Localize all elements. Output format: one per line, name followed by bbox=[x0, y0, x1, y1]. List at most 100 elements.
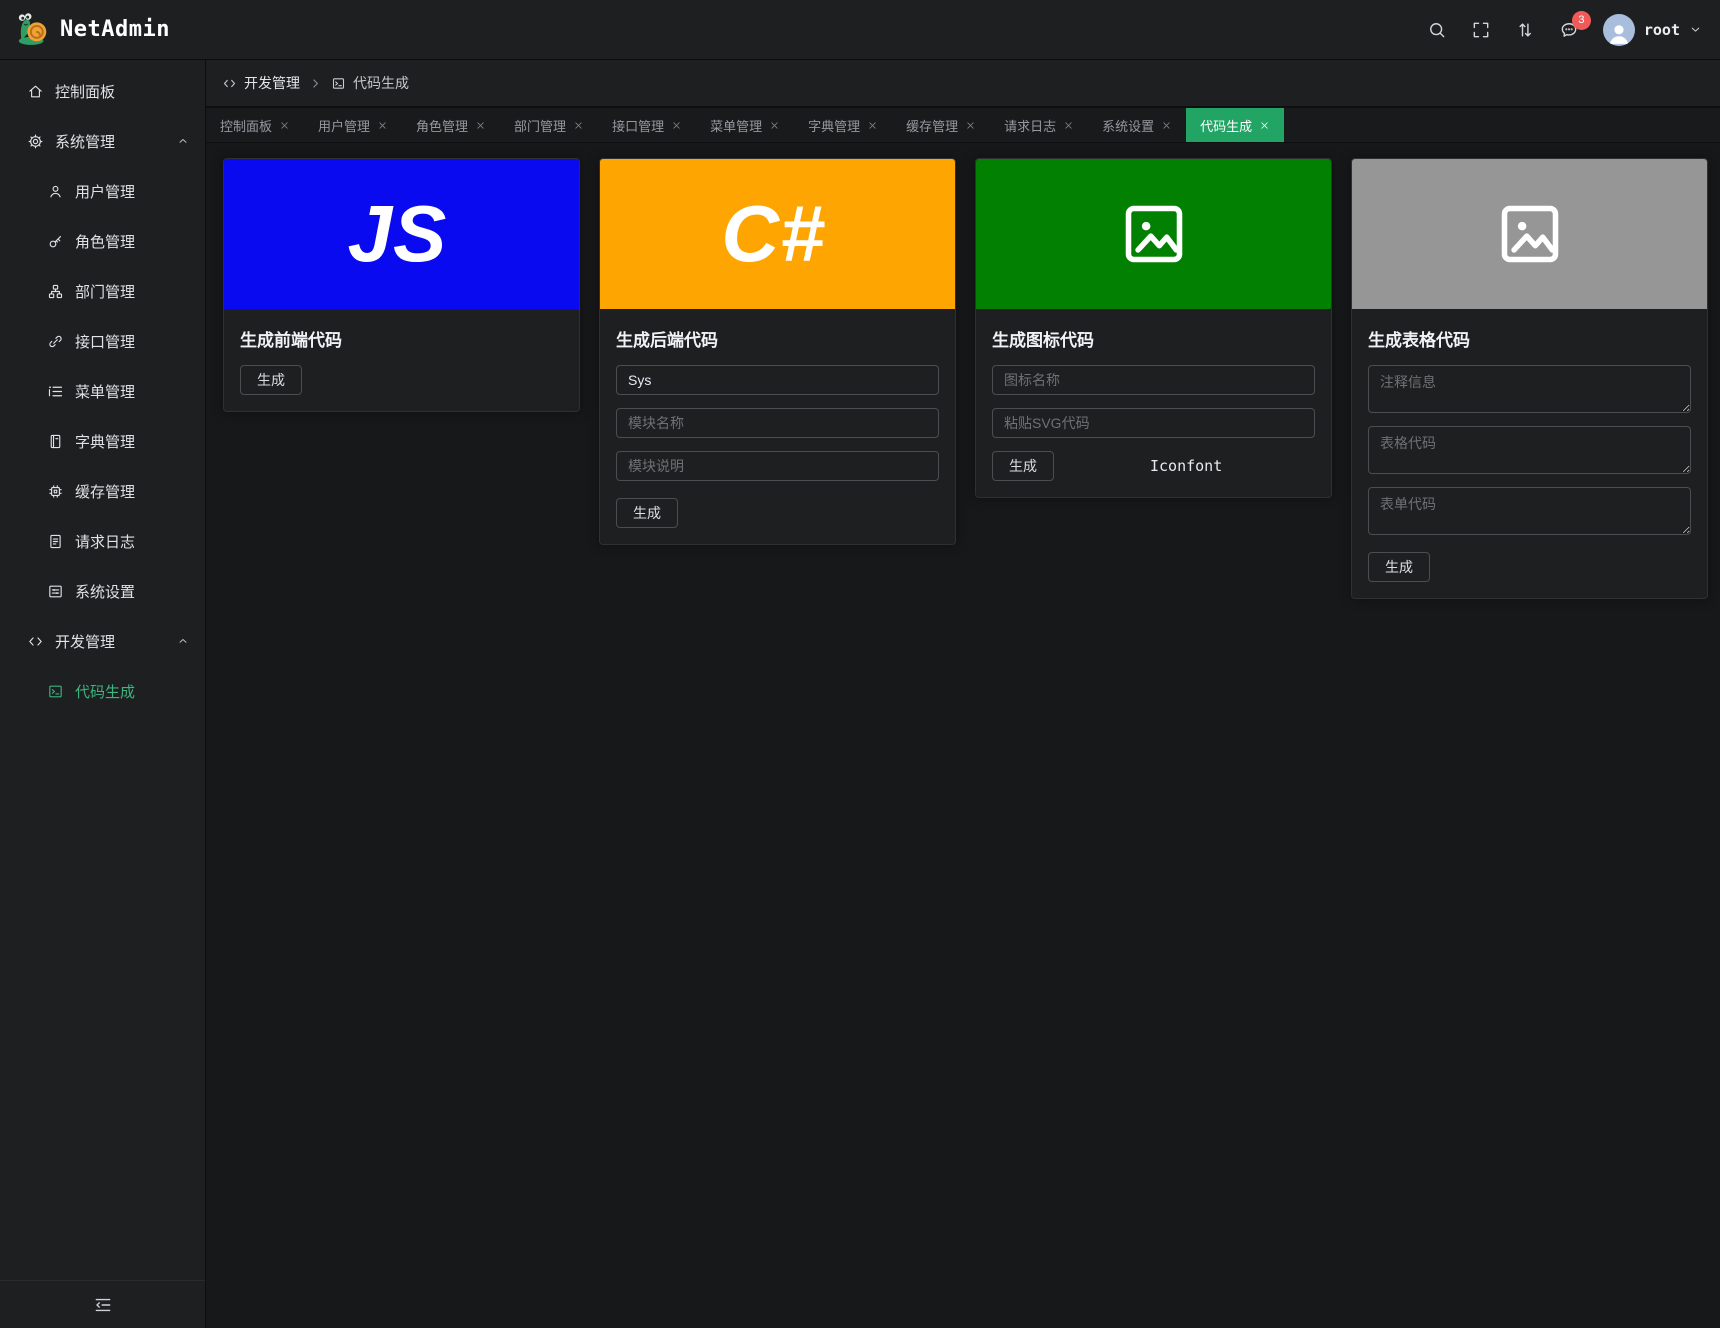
close-icon[interactable] bbox=[377, 120, 388, 131]
chevron-right-icon bbox=[309, 77, 322, 90]
breadcrumb: 开发管理 代码生成 bbox=[206, 60, 1720, 108]
module-name-input[interactable] bbox=[616, 408, 939, 438]
sidebar-item-settings[interactable]: 系统设置 bbox=[0, 566, 205, 616]
tab-label: 用户管理 bbox=[318, 118, 371, 134]
sidebar-item-menus[interactable]: 菜单管理 bbox=[0, 366, 205, 416]
module-description-input[interactable] bbox=[616, 451, 939, 481]
module-prefix-input[interactable] bbox=[616, 365, 939, 395]
notification-badge: 3 bbox=[1571, 10, 1591, 30]
sidebar-item-label: 部门管理 bbox=[75, 283, 136, 301]
switch-icon[interactable] bbox=[1515, 20, 1535, 40]
chevron-up-icon bbox=[177, 635, 189, 647]
js-logo-text: JS bbox=[347, 189, 448, 278]
sidebar-item-label: 代码生成 bbox=[75, 683, 136, 701]
close-icon[interactable] bbox=[1161, 120, 1172, 131]
breadcrumb-current-label: 代码生成 bbox=[353, 75, 409, 91]
home-icon bbox=[27, 83, 44, 100]
breadcrumb-parent[interactable]: 开发管理 bbox=[222, 73, 300, 93]
sidebar-item-request-logs[interactable]: 请求日志 bbox=[0, 516, 205, 566]
sidebar-item-api[interactable]: 接口管理 bbox=[0, 316, 205, 366]
tab-dashboard[interactable]: 控制面板 bbox=[206, 108, 304, 142]
generate-icon-button[interactable]: 生成 bbox=[992, 451, 1054, 481]
generate-frontend-button[interactable]: 生成 bbox=[240, 365, 302, 395]
tab-roles[interactable]: 角色管理 bbox=[402, 108, 500, 142]
sidebar-item-system-group[interactable]: 系统管理 bbox=[0, 116, 205, 166]
sidebar-item-cache[interactable]: 缓存管理 bbox=[0, 466, 205, 516]
tab-label: 代码生成 bbox=[1200, 118, 1253, 134]
icon-name-input[interactable] bbox=[992, 365, 1315, 395]
tab-bar: 控制面板 用户管理 角色管理 部门管理 接口管理 菜单管理 字典管理 缓存管理 … bbox=[206, 108, 1720, 143]
code-icon bbox=[222, 76, 237, 91]
close-icon[interactable] bbox=[1259, 120, 1270, 131]
search-icon[interactable] bbox=[1427, 20, 1447, 40]
tab-label: 缓存管理 bbox=[906, 118, 959, 134]
comment-info-textarea[interactable] bbox=[1368, 365, 1691, 413]
tab-label: 系统设置 bbox=[1102, 118, 1155, 134]
app-logo[interactable]: NetAdmin bbox=[14, 11, 170, 49]
key-icon bbox=[47, 233, 64, 250]
close-icon[interactable] bbox=[475, 120, 486, 131]
header-actions: 3 root bbox=[1427, 10, 1702, 46]
tab-users[interactable]: 用户管理 bbox=[304, 108, 402, 142]
table-code-textarea[interactable] bbox=[1368, 426, 1691, 474]
top-header: NetAdmin 3 root bbox=[0, 0, 1720, 60]
sidebar-item-users[interactable]: 用户管理 bbox=[0, 166, 205, 216]
card-title: 生成表格代码 bbox=[1368, 331, 1470, 350]
tab-request-logs[interactable]: 请求日志 bbox=[990, 108, 1088, 142]
terminal-icon bbox=[47, 683, 64, 700]
card-generate-backend: C# 生成后端代码 生成 bbox=[599, 158, 956, 545]
chevron-up-icon bbox=[177, 135, 189, 147]
tab-settings[interactable]: 系统设置 bbox=[1088, 108, 1186, 142]
card-title: 生成后端代码 bbox=[616, 331, 718, 350]
sidebar-item-roles[interactable]: 角色管理 bbox=[0, 216, 205, 266]
tab-menus[interactable]: 菜单管理 bbox=[696, 108, 794, 142]
close-icon[interactable] bbox=[573, 120, 584, 131]
tab-api[interactable]: 接口管理 bbox=[598, 108, 696, 142]
tab-dictionary[interactable]: 字典管理 bbox=[794, 108, 892, 142]
sidebar-item-label: 接口管理 bbox=[75, 333, 136, 351]
picture-icon bbox=[1120, 200, 1188, 268]
cpu-icon bbox=[47, 483, 64, 500]
gear-icon bbox=[27, 133, 44, 150]
generate-table-button[interactable]: 生成 bbox=[1368, 552, 1430, 582]
tab-code-generation[interactable]: 代码生成 bbox=[1186, 108, 1285, 142]
sidebar-item-label: 字典管理 bbox=[75, 433, 136, 451]
generate-backend-button[interactable]: 生成 bbox=[616, 498, 678, 528]
icon-banner bbox=[976, 159, 1331, 309]
sidebar: 控制面板 系统管理 用户管理 角色管理 部门管理 接口管理 菜单管理 字典管理 … bbox=[0, 60, 206, 1328]
collapse-sidebar-icon[interactable] bbox=[93, 1295, 113, 1315]
user-menu[interactable]: root bbox=[1602, 13, 1702, 46]
iconfont-link[interactable]: Iconfont bbox=[1150, 457, 1222, 475]
message-icon[interactable]: 3 bbox=[1559, 10, 1591, 40]
tab-label: 接口管理 bbox=[612, 118, 665, 134]
tab-departments[interactable]: 部门管理 bbox=[500, 108, 598, 142]
settings-panel-icon bbox=[47, 583, 64, 600]
sidebar-item-label: 控制面板 bbox=[55, 83, 116, 101]
org-icon bbox=[47, 283, 64, 300]
sidebar-item-dev-group[interactable]: 开发管理 bbox=[0, 616, 205, 666]
sidebar-item-label: 开发管理 bbox=[55, 633, 116, 651]
svg-code-input[interactable] bbox=[992, 408, 1315, 438]
sidebar-item-dashboard[interactable]: 控制面板 bbox=[0, 66, 205, 116]
tab-cache[interactable]: 缓存管理 bbox=[892, 108, 990, 142]
link-icon bbox=[47, 333, 64, 350]
card-generate-icon: 生成图标代码 生成 Iconfont bbox=[975, 158, 1332, 498]
close-icon[interactable] bbox=[1063, 120, 1074, 131]
terminal-icon bbox=[331, 76, 346, 91]
sidebar-item-code-generation[interactable]: 代码生成 bbox=[0, 666, 205, 716]
close-icon[interactable] bbox=[769, 120, 780, 131]
close-icon[interactable] bbox=[965, 120, 976, 131]
fullscreen-icon[interactable] bbox=[1471, 20, 1491, 40]
frontend-banner: JS bbox=[224, 159, 579, 309]
tab-label: 请求日志 bbox=[1004, 118, 1057, 134]
tab-label: 菜单管理 bbox=[710, 118, 763, 134]
tab-label: 部门管理 bbox=[514, 118, 567, 134]
sidebar-item-dictionary[interactable]: 字典管理 bbox=[0, 416, 205, 466]
close-icon[interactable] bbox=[867, 120, 878, 131]
sidebar-item-label: 系统设置 bbox=[75, 583, 136, 601]
sidebar-item-departments[interactable]: 部门管理 bbox=[0, 266, 205, 316]
close-icon[interactable] bbox=[279, 120, 290, 131]
tab-label: 控制面板 bbox=[220, 118, 273, 134]
form-code-textarea[interactable] bbox=[1368, 487, 1691, 535]
close-icon[interactable] bbox=[671, 120, 682, 131]
